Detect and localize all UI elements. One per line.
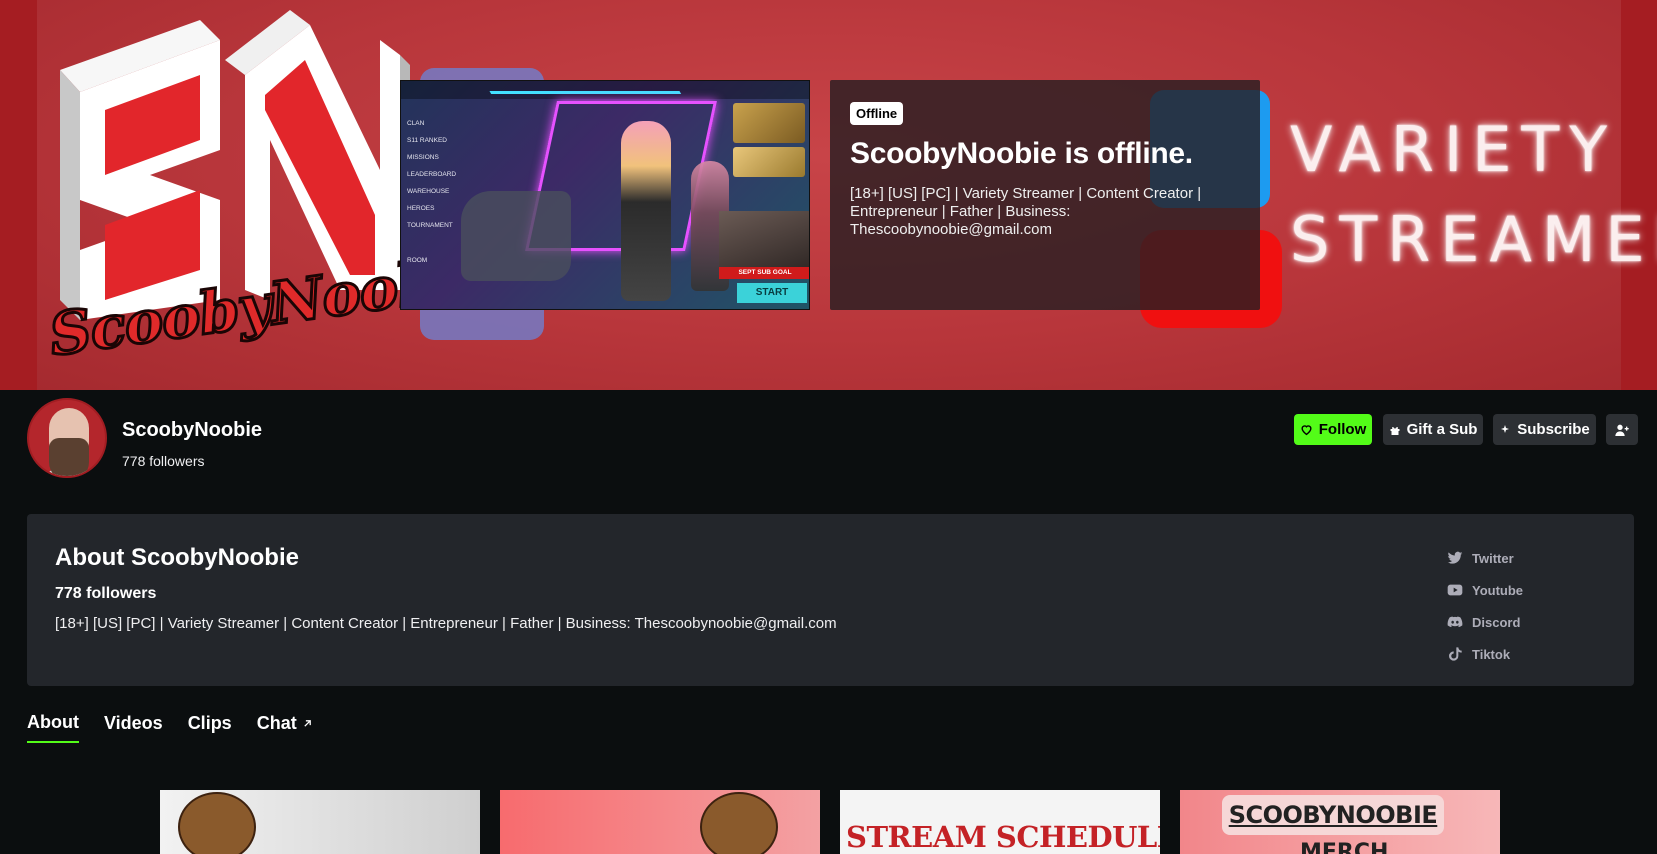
social-link-discord[interactable]: Discord [1447, 606, 1523, 638]
social-label: Discord [1472, 614, 1521, 630]
banner-tagline: VARIETY STREAMER [1290, 113, 1657, 276]
follow-label: Follow [1318, 421, 1367, 438]
panel-image[interactable]: STREAM SCHEDULE! [840, 790, 1160, 854]
heart-icon [1301, 425, 1312, 436]
preview-start-button: START [737, 283, 807, 303]
sparkle-icon [1501, 424, 1510, 433]
preview-menu: CLAN S11 RANKED MISSIONS LEADERBOARD WAR… [407, 115, 517, 269]
gift-sub-button[interactable]: Gift a Sub [1383, 414, 1483, 445]
youtube-icon [1447, 584, 1463, 596]
avatar-beard [49, 438, 89, 476]
panel-schedule-title: STREAM SCHEDULE! [846, 820, 1160, 854]
about-title: About ScoobyNoobie [55, 544, 299, 571]
subscribe-label: Subscribe [1517, 421, 1590, 438]
preview-menu-item: TOURNAMENT [407, 222, 453, 229]
tab-videos[interactable]: Videos [104, 712, 163, 743]
tab-chat[interactable]: Chat [257, 712, 314, 743]
tiktok-icon [1449, 647, 1462, 661]
user-plus-icon [1615, 424, 1629, 436]
follow-button[interactable]: Follow [1294, 414, 1372, 445]
external-link-icon [304, 720, 311, 727]
preview-sub-goal: SEPT SUB GOAL [719, 267, 809, 279]
preview-menu-item: CLAN [407, 120, 425, 127]
panel-merch-title: SCOOBYNOOBIE [1222, 795, 1444, 835]
panel-mascot [700, 792, 778, 854]
discord-icon [1447, 616, 1463, 628]
preview-menu-item: HEROES [407, 205, 435, 212]
stream-preview: CLAN S11 RANKED MISSIONS LEADERBOARD WAR… [400, 80, 810, 310]
social-link-tiktok[interactable]: Tiktok [1447, 638, 1523, 670]
gift-sub-label: Gift a Sub [1406, 421, 1478, 438]
preview-menu-item: S11 RANKED [407, 137, 447, 144]
social-link-twitter[interactable]: Twitter [1447, 542, 1523, 574]
offline-badge: Offline [850, 102, 904, 125]
about-description: [18+] [US] [PC] | Variety Streamer | Con… [55, 615, 837, 632]
offline-card: Offline ScoobyNoobie is offline. [18+] [… [830, 80, 1260, 310]
tab-about[interactable]: About [27, 712, 79, 743]
tab-clips[interactable]: Clips [188, 712, 232, 743]
twitter-icon [1447, 551, 1463, 564]
preview-menu-item: WAREHOUSE [407, 188, 450, 195]
social-link-youtube[interactable]: Youtube [1447, 574, 1523, 606]
gift-icon [1390, 426, 1400, 435]
panel-image[interactable] [160, 790, 480, 854]
channel-banner: ScoobyNoobie CLAN S11 RANKED MISSIONS LE… [0, 0, 1657, 390]
panel-image[interactable] [500, 790, 820, 854]
social-label: Youtube [1472, 582, 1524, 598]
panel-image[interactable]: SCOOBYNOOBIE MERCH [1180, 790, 1500, 854]
offline-description: [18+] [US] [PC] | Variety Streamer | Con… [850, 185, 1202, 238]
preview-menu-item: MISSIONS [407, 154, 439, 161]
avatar[interactable] [27, 398, 107, 478]
panel-merch-sub: MERCH [1300, 840, 1389, 854]
preview-menu-item: ROOM [407, 257, 428, 264]
social-links: Twitter Youtube Discord Tiktok [1447, 542, 1523, 670]
preview-luck-draw [733, 147, 805, 177]
subscribe-button[interactable]: Subscribe [1493, 414, 1596, 445]
channel-name: ScoobyNoobie [122, 419, 263, 441]
channel-followers: 778 followers [122, 453, 205, 469]
social-label: Tiktok [1472, 646, 1511, 662]
preview-character [621, 121, 671, 301]
add-friend-button[interactable] [1606, 414, 1638, 445]
tab-chat-label: Chat [256, 713, 297, 733]
about-followers: 778 followers [55, 585, 157, 602]
preview-webcam [719, 211, 809, 273]
preview-menu-item: LEADERBOARD [407, 171, 457, 178]
preview-battle-pass [733, 103, 805, 143]
social-label: Twitter [1472, 550, 1514, 566]
offline-title: ScoobyNoobie is offline. [850, 137, 1193, 170]
about-card: About ScoobyNoobie 778 followers [18+] [… [27, 514, 1634, 686]
channel-tabs: About Videos Clips Chat [27, 712, 314, 743]
panel-mascot [178, 792, 256, 854]
